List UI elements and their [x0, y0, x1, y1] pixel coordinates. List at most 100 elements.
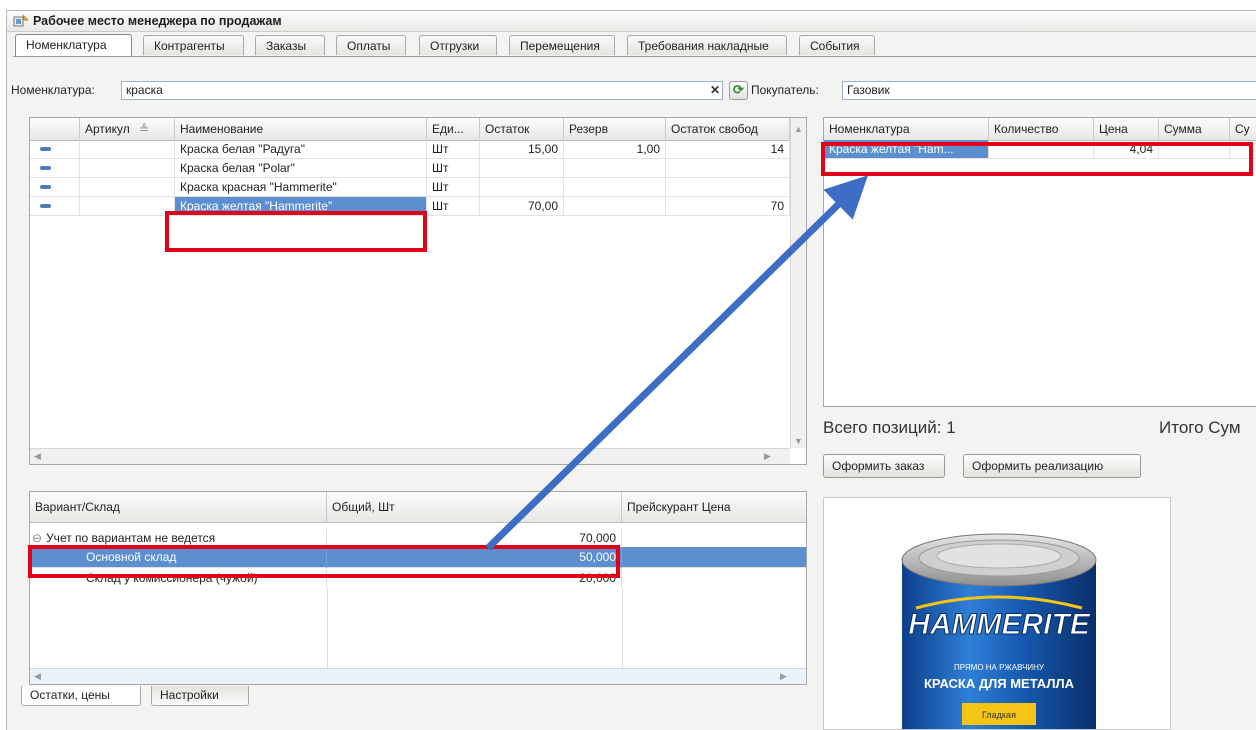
cell-free: 70 — [666, 197, 790, 215]
products-grid: Артикул ≜ Наименование Еди... Остаток Ре… — [29, 117, 807, 465]
warehouse-grid: Вариант/Склад Общий, Шт Прейскурант Цена… — [29, 491, 807, 685]
product-type-text: КРАСКА ДЛЯ МЕТАЛЛА — [924, 676, 1075, 691]
cell-total: 70,000 — [327, 529, 622, 547]
header-price-list[interactable]: Прейскурант Цена — [622, 492, 806, 522]
tab-counterparties[interactable]: Контрагенты — [143, 35, 244, 55]
item-icon — [40, 166, 51, 170]
tab-events[interactable]: События — [799, 35, 875, 55]
tab-transfers[interactable]: Перемещения — [509, 35, 615, 55]
tab-requirements[interactable]: Требования накладные — [627, 35, 787, 55]
warehouse-row-selected[interactable]: Основной склад 50,000 — [30, 547, 806, 568]
tagline-text: ПРЯМО НА РЖАВЧИНУ — [954, 663, 1045, 672]
header-total[interactable]: Общий, Шт — [327, 492, 622, 522]
header-price[interactable]: Цена — [1094, 118, 1159, 140]
buyer-label: Покупатель: — [751, 83, 819, 97]
header-icon-col — [30, 118, 80, 140]
buyer-input[interactable]: Газовик — [842, 81, 1256, 100]
cell-sum — [1159, 140, 1230, 158]
cell-stock: 70,00 — [480, 197, 564, 215]
item-icon — [40, 204, 51, 208]
warehouse-row[interactable]: Склад у комиссионера (чужой) 20,000 — [30, 569, 806, 588]
order-row[interactable]: Краска желтая "Ham... 4,04 — [824, 140, 1256, 159]
products-vscroll[interactable]: ▲ ▼ — [790, 118, 806, 448]
scroll-right-icon[interactable]: ▶ — [780, 671, 787, 682]
order-header: Номенклатура Количество Цена Сумма Су — [824, 118, 1256, 141]
cell-stock — [480, 178, 564, 196]
cell-name: Краска белая "Polar" — [175, 159, 427, 177]
tab-orders[interactable]: Заказы — [255, 35, 325, 55]
cell-reserve: 1,00 — [564, 140, 666, 158]
header-stock[interactable]: Остаток — [480, 118, 564, 140]
cell-stock: 15,00 — [480, 140, 564, 158]
products-header: Артикул ≜ Наименование Еди... Остаток Ре… — [30, 118, 806, 141]
total-positions: Всего позиций: 1 — [823, 418, 956, 437]
header-article[interactable]: Артикул ≜ — [80, 118, 175, 140]
app-window: Рабочее место менеджера по продажам Номе… — [6, 10, 1256, 730]
sort-icon: ≜ — [139, 122, 150, 136]
table-row[interactable]: Краска белая "Polar" Шт — [30, 159, 806, 178]
tab-stock-prices[interactable]: Остатки, цены — [21, 686, 141, 706]
scroll-left-icon[interactable]: ◀ — [34, 451, 41, 462]
table-row-selected[interactable]: Краска желтая "Hammerite" Шт 70,00 70 — [30, 197, 806, 216]
warehouse-row-group[interactable]: ⊖ Учет по вариантам не ведется 70,000 — [30, 529, 806, 548]
title-bar: Рабочее место менеджера по продажам — [7, 11, 1256, 32]
products-hscroll[interactable]: ◀ ▶ — [30, 448, 790, 464]
finish-text: Гладкая — [982, 710, 1016, 720]
bottom-tabs: Остатки, цены Настройки — [21, 686, 321, 708]
paint-can-image: HAMMERITE ПРЯМО НА РЖАВЧИНУ КРАСКА ДЛЯ М… — [901, 533, 1097, 729]
app-icon — [13, 14, 29, 27]
create-sale-button[interactable]: Оформить реализацию — [963, 454, 1141, 478]
tab-payments[interactable]: Оплаты — [336, 35, 406, 55]
cell-extra — [1230, 140, 1256, 158]
tab-divider — [13, 56, 1256, 57]
create-order-button[interactable]: Оформить заказ — [823, 454, 945, 478]
item-icon — [40, 185, 51, 189]
refresh-icon[interactable]: ⟳ — [729, 81, 748, 100]
header-unit[interactable]: Еди... — [427, 118, 480, 140]
scroll-left-icon[interactable]: ◀ — [34, 671, 41, 682]
header-reserve[interactable]: Резерв — [564, 118, 666, 140]
cell-free: 14 — [666, 140, 790, 158]
header-sum[interactable]: Сумма — [1159, 118, 1230, 140]
cell-free — [666, 159, 790, 177]
tab-shipments[interactable]: Отгрузки — [419, 35, 497, 55]
tab-settings[interactable]: Настройки — [151, 686, 249, 706]
warehouse-hscroll[interactable]: ◀ ▶ — [30, 668, 806, 684]
brand-text: HAMMERITE — [908, 608, 1091, 641]
header-quantity[interactable]: Количество — [989, 118, 1094, 140]
table-row[interactable]: Краска белая "Радуга" Шт 15,00 1,00 14 — [30, 140, 806, 159]
scroll-up-icon[interactable]: ▲ — [794, 124, 803, 134]
cell-article — [80, 140, 175, 158]
cell-price-list — [622, 547, 806, 568]
cell-reserve — [564, 159, 666, 177]
cell-free — [666, 178, 790, 196]
header-name[interactable]: Наименование — [175, 118, 427, 140]
clear-icon[interactable]: ✕ — [707, 82, 723, 98]
cell-article — [80, 197, 175, 215]
tab-nomenclature[interactable]: Номенклатура — [15, 34, 132, 56]
scroll-down-icon[interactable]: ▼ — [794, 436, 803, 446]
item-icon — [40, 147, 51, 151]
cell-unit: Шт — [427, 140, 480, 158]
cell-price: 4,04 — [1094, 140, 1159, 158]
collapse-icon[interactable]: ⊖ — [32, 531, 42, 545]
header-order-name[interactable]: Номенклатура — [824, 118, 989, 140]
cell-stock — [480, 159, 564, 177]
cell-total: 20,000 — [327, 569, 622, 587]
cell-price-list — [622, 529, 806, 547]
cell-unit: Шт — [427, 159, 480, 177]
scroll-right-icon[interactable]: ▶ — [764, 451, 771, 462]
nomenclature-input[interactable]: краска — [121, 81, 723, 100]
header-variant[interactable]: Вариант/Склад — [30, 492, 327, 522]
cell-name: Краска желтая "Hammerite" — [175, 197, 427, 215]
warehouse-header: Вариант/Склад Общий, Шт Прейскурант Цена — [30, 492, 806, 523]
cell-variant: Склад у комиссионера (чужой) — [30, 569, 327, 587]
header-extra[interactable]: Су — [1230, 118, 1256, 140]
table-row[interactable]: Краска красная "Hammerite" Шт — [30, 178, 806, 197]
cell-unit: Шт — [427, 197, 480, 215]
cell-price-list — [622, 569, 806, 587]
cell-article — [80, 159, 175, 177]
cell-name: Краска красная "Hammerite" — [175, 178, 427, 196]
header-free-stock[interactable]: Остаток свобод — [666, 118, 790, 140]
cell-reserve — [564, 197, 666, 215]
